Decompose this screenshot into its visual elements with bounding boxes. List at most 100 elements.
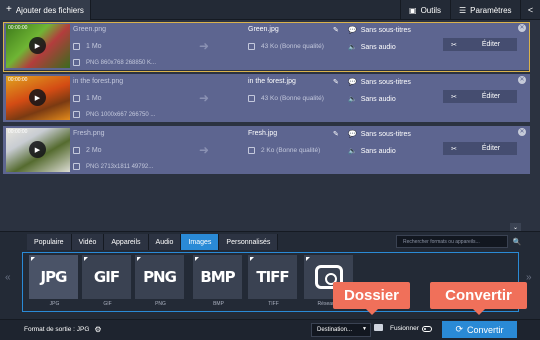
speaker-mute-icon: 🔈 <box>348 148 357 155</box>
play-icon[interactable]: ▶ <box>29 141 46 158</box>
format-png[interactable]: PNG PNG <box>135 255 186 311</box>
format-caption: PNG <box>155 301 166 307</box>
settings-button[interactable]: ☰ Paramètres <box>450 0 520 20</box>
add-files-button[interactable]: + Ajouter des fichiers <box>0 0 91 20</box>
callout-convert: Convertir <box>430 282 527 315</box>
speaker-mute-icon: 🔈 <box>348 96 357 103</box>
file-row[interactable]: 00:00:00 ▶ Green.png 1 Mo PNG 860x768 26… <box>3 22 530 72</box>
speech-bubble-icon: 💬 <box>348 79 357 86</box>
audio-selector[interactable]: 🔈 Sans audio <box>348 43 396 52</box>
toggle-switch-icon[interactable] <box>421 325 432 332</box>
thumbnail[interactable]: 00:00:00 ▶ <box>6 76 70 120</box>
format-caption: TIFF <box>268 301 279 307</box>
file-icon <box>73 43 80 50</box>
file-icon <box>73 95 80 102</box>
timecode: 00:00:00 <box>8 77 28 83</box>
subtitles-selector[interactable]: 💬 Sans sous-titres <box>348 26 411 35</box>
file-icon <box>248 95 255 102</box>
output-size: 43 Ko (Bonne qualité) <box>248 43 324 50</box>
scissors-icon: ✂ <box>451 145 457 153</box>
bmp-format-icon: BMP <box>193 255 242 299</box>
callout-folder: Dossier <box>333 282 410 315</box>
collapse-panel-button[interactable]: ⌄ <box>510 223 521 231</box>
tab-popular[interactable]: Populaire <box>27 234 72 250</box>
remove-file-icon[interactable]: ✕ <box>518 24 526 32</box>
convert-button[interactable]: ⟳ Convertir <box>442 321 517 338</box>
format-bmp[interactable]: BMP BMP <box>193 255 244 311</box>
gear-icon[interactable]: ⚙ <box>94 325 101 334</box>
source-size: 1 Mo <box>73 95 102 102</box>
subtitles-selector[interactable]: 💬 Sans sous-titres <box>348 78 411 87</box>
format-tabs: Populaire Vidéo Appareils Audio Images P… <box>27 234 279 250</box>
file-icon <box>248 43 255 50</box>
device-search-icon[interactable]: 🔍 <box>511 235 523 248</box>
tab-custom[interactable]: Personnalisés <box>219 234 279 250</box>
bottom-bar: Format de sortie : JPG ⚙ Destination... … <box>0 319 540 340</box>
destination-label: Destination... <box>317 327 353 333</box>
share-button[interactable]: < <box>520 0 540 20</box>
scissors-icon: ✂ <box>451 41 457 49</box>
remove-file-icon[interactable]: ✕ <box>518 76 526 84</box>
output-format-setting: Format de sortie : JPG ⚙ <box>24 325 102 334</box>
thumbnail[interactable]: 00:00:00 ▶ <box>6 24 70 68</box>
format-gif[interactable]: GIF GIF <box>82 255 133 311</box>
arrow-right-icon: ➜ <box>199 39 210 53</box>
top-toolbar: + Ajouter des fichiers ▣ Outils ☰ Paramè… <box>0 0 540 20</box>
timecode: 00:00:00 <box>8 129 28 135</box>
file-icon <box>73 147 80 154</box>
speech-bubble-icon: 💬 <box>348 131 357 138</box>
tab-video[interactable]: Vidéo <box>71 234 105 250</box>
png-format-icon: PNG <box>135 255 184 299</box>
destination-select[interactable]: Destination... ▼ <box>311 323 371 337</box>
source-info: PNG 2713x1811 49792... <box>73 163 153 170</box>
tab-devices[interactable]: Appareils <box>104 234 149 250</box>
convert-label: Convertir <box>467 324 504 335</box>
source-size: 2 Mo <box>73 147 102 154</box>
jpg-format-icon: JPG <box>29 255 78 299</box>
rename-pencil-icon[interactable]: ✎ <box>333 26 339 34</box>
image-icon <box>73 59 80 66</box>
rename-pencil-icon[interactable]: ✎ <box>333 130 339 138</box>
format-jpg[interactable]: JPG JPG <box>29 255 80 311</box>
tiff-format-icon: TIFF <box>248 255 297 299</box>
refresh-icon: ⟳ <box>455 324 464 334</box>
image-icon <box>73 111 80 118</box>
tools-label: Outils <box>420 5 442 15</box>
format-caption: BMP <box>213 301 224 307</box>
file-list: 00:00:00 ▶ Green.png 1 Mo PNG 860x768 26… <box>3 22 530 178</box>
thumbnail[interactable]: 00:00:00 ▶ <box>6 128 70 172</box>
audio-selector[interactable]: 🔈 Sans audio <box>348 147 396 156</box>
arrow-right-icon: ➜ <box>199 91 210 105</box>
format-tiff[interactable]: TIFF TIFF <box>248 255 299 311</box>
merge-toggle[interactable]: Fusionner <box>390 325 432 332</box>
tab-images[interactable]: Images <box>181 234 220 250</box>
file-icon <box>248 147 255 154</box>
chevron-double-down-icon: ⌄ <box>512 224 519 231</box>
file-row[interactable]: 00:00:00 ▶ in the forest.png 1 Mo PNG 10… <box>3 74 530 124</box>
gif-format-icon: GIF <box>82 255 131 299</box>
play-icon[interactable]: ▶ <box>29 89 46 106</box>
list-icon: ☰ <box>459 5 467 15</box>
toolbox-icon: ▣ <box>409 5 417 15</box>
rename-pencil-icon[interactable]: ✎ <box>333 78 339 86</box>
plus-icon: + <box>6 4 12 15</box>
output-size: 2 Ko (Bonne qualité) <box>248 147 320 154</box>
play-icon[interactable]: ▶ <box>29 37 46 54</box>
speech-bubble-icon: 💬 <box>348 27 357 34</box>
scroll-right-icon[interactable]: » <box>526 272 532 283</box>
tools-button[interactable]: ▣ Outils <box>400 0 449 20</box>
folder-icon[interactable] <box>374 324 383 331</box>
edit-button[interactable]: ✂ Éditer <box>443 38 517 51</box>
tab-audio[interactable]: Audio <box>148 234 182 250</box>
output-filename: Fresh.jpg <box>248 130 278 137</box>
scroll-left-icon[interactable]: « <box>5 272 11 283</box>
format-caption: GIF <box>103 301 112 307</box>
edit-button[interactable]: ✂ Éditer <box>443 90 517 103</box>
audio-selector[interactable]: 🔈 Sans audio <box>348 95 396 104</box>
format-search-input[interactable]: Rechercher formats ou appareils... <box>396 235 508 248</box>
add-files-label: Ajouter des fichiers <box>15 5 84 15</box>
edit-button[interactable]: ✂ Éditer <box>443 142 517 155</box>
file-row[interactable]: 00:00:00 ▶ Fresh.png 2 Mo PNG 2713x1811 … <box>3 126 530 176</box>
remove-file-icon[interactable]: ✕ <box>518 128 526 136</box>
subtitles-selector[interactable]: 💬 Sans sous-titres <box>348 130 411 139</box>
